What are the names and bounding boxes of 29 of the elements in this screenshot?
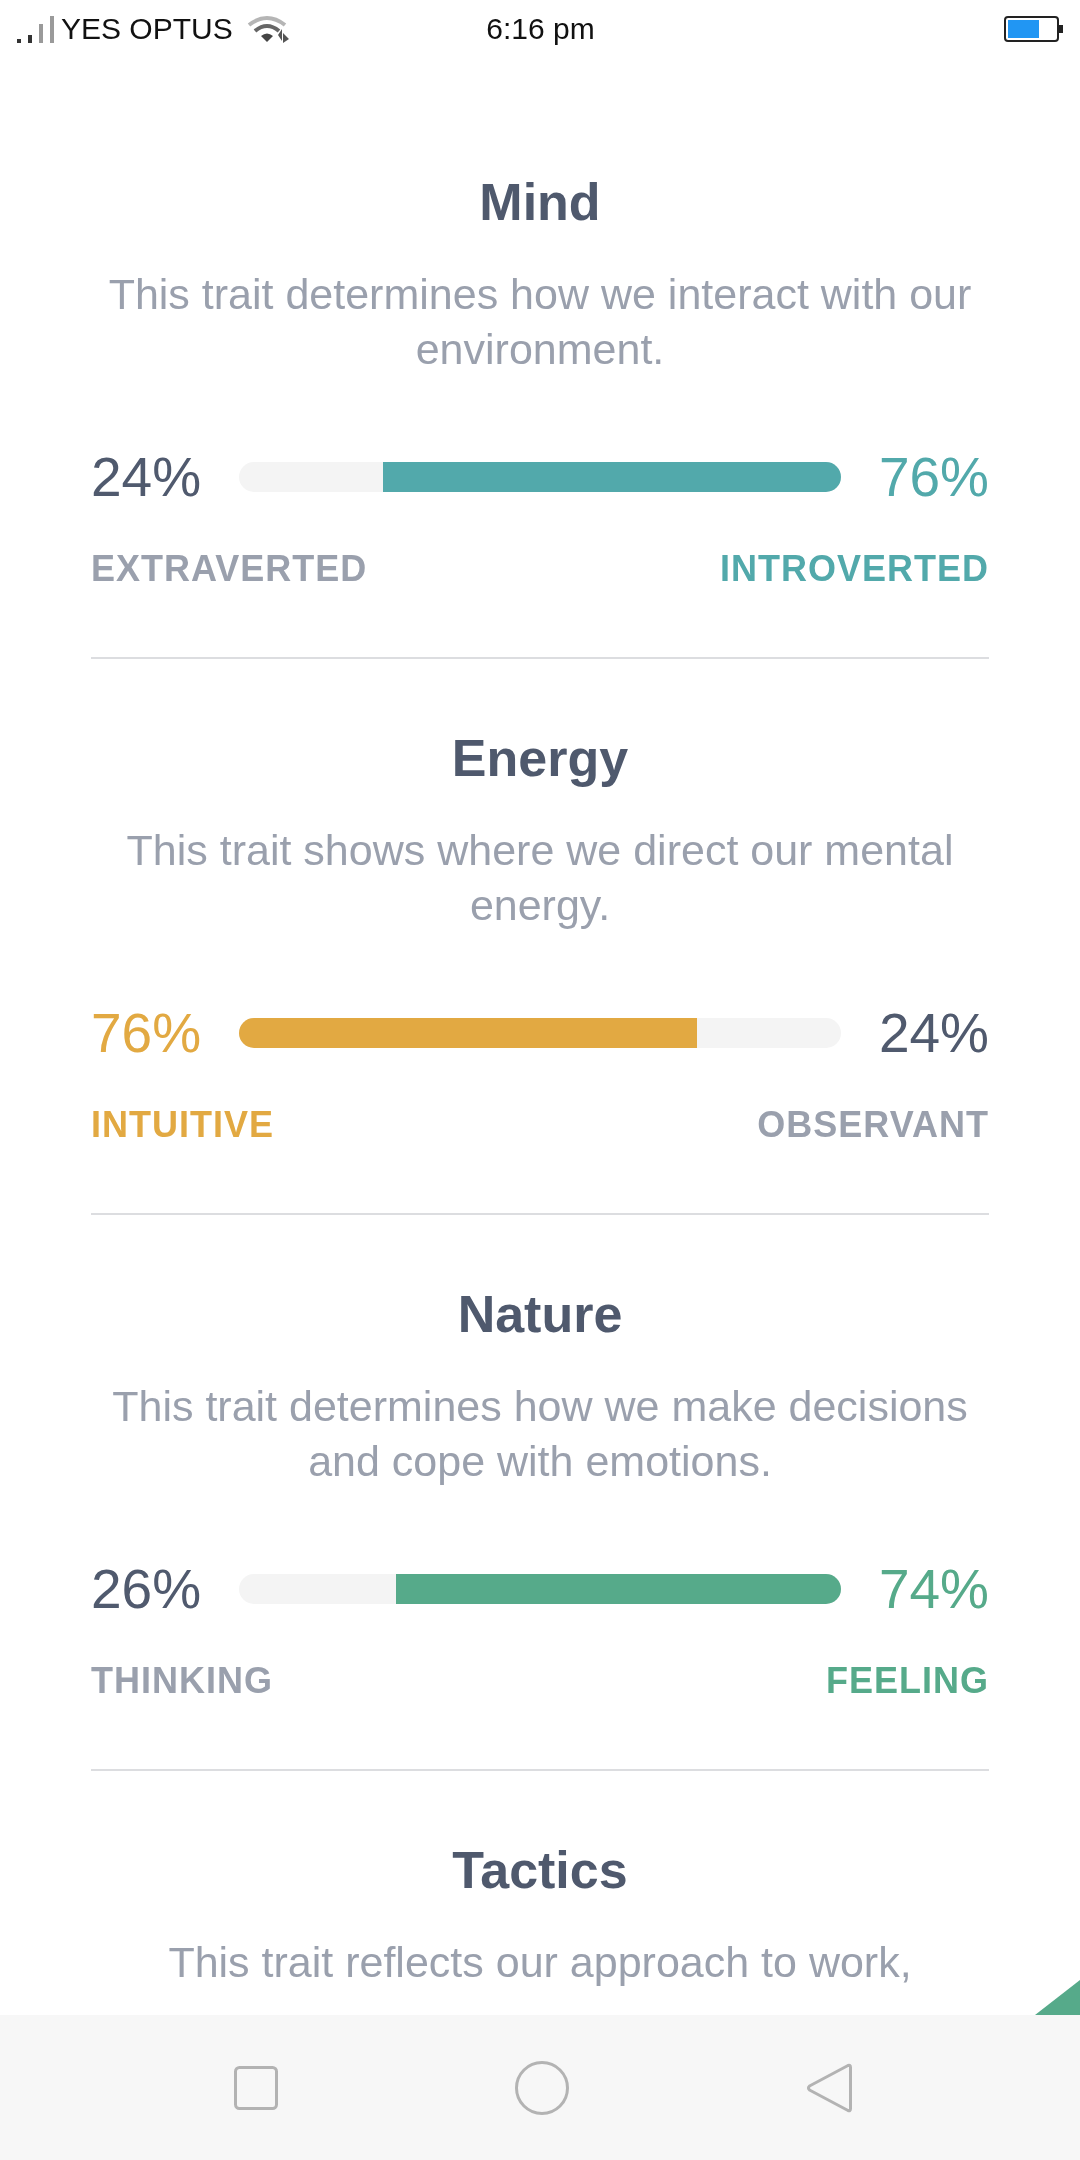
trait-description: This trait shows where we direct our mental energy. <box>125 825 955 931</box>
trait-description: This trait determines how we interact with our environment. <box>107 269 973 375</box>
wifi-icon <box>246 15 291 43</box>
trait-description: This trait determines how we make decisions and cope with emotions. <box>111 1381 969 1487</box>
carrier-name: YES OPTUS <box>61 11 233 47</box>
trait-label: EXTRAVERTED <box>91 547 368 591</box>
trait-title: Mind <box>478 172 602 233</box>
percentage: 76% <box>91 1001 202 1066</box>
triangle-icon[interactable] <box>806 2061 852 2114</box>
trait-label: FEELING <box>826 1659 989 1703</box>
trait-title: Nature <box>456 1284 624 1345</box>
signal-icon <box>17 15 55 43</box>
percentage: 26% <box>91 1557 202 1622</box>
corner-triangle-icon <box>1035 1980 1080 2015</box>
trait-title: Energy <box>450 728 630 789</box>
circle-icon[interactable] <box>515 2060 569 2115</box>
trait-label: INTROVERTED <box>720 547 989 591</box>
trait-title: Tactics <box>451 1840 629 1901</box>
trait-label: INTUITIVE <box>91 1103 274 1147</box>
trait-label: OBSERVANT <box>757 1103 989 1147</box>
trait-description: This trait reflects our approach to work, <box>167 1937 913 1988</box>
square-icon[interactable] <box>234 2065 278 2110</box>
percentage: 74% <box>878 1557 989 1622</box>
clock-time: 6:16 pm <box>486 11 595 47</box>
battery-icon <box>1004 16 1064 42</box>
percentage: 76% <box>878 445 989 510</box>
percentage: 24% <box>91 445 202 510</box>
percentage: 24% <box>878 1001 989 1066</box>
trait-label: THINKING <box>91 1659 273 1703</box>
